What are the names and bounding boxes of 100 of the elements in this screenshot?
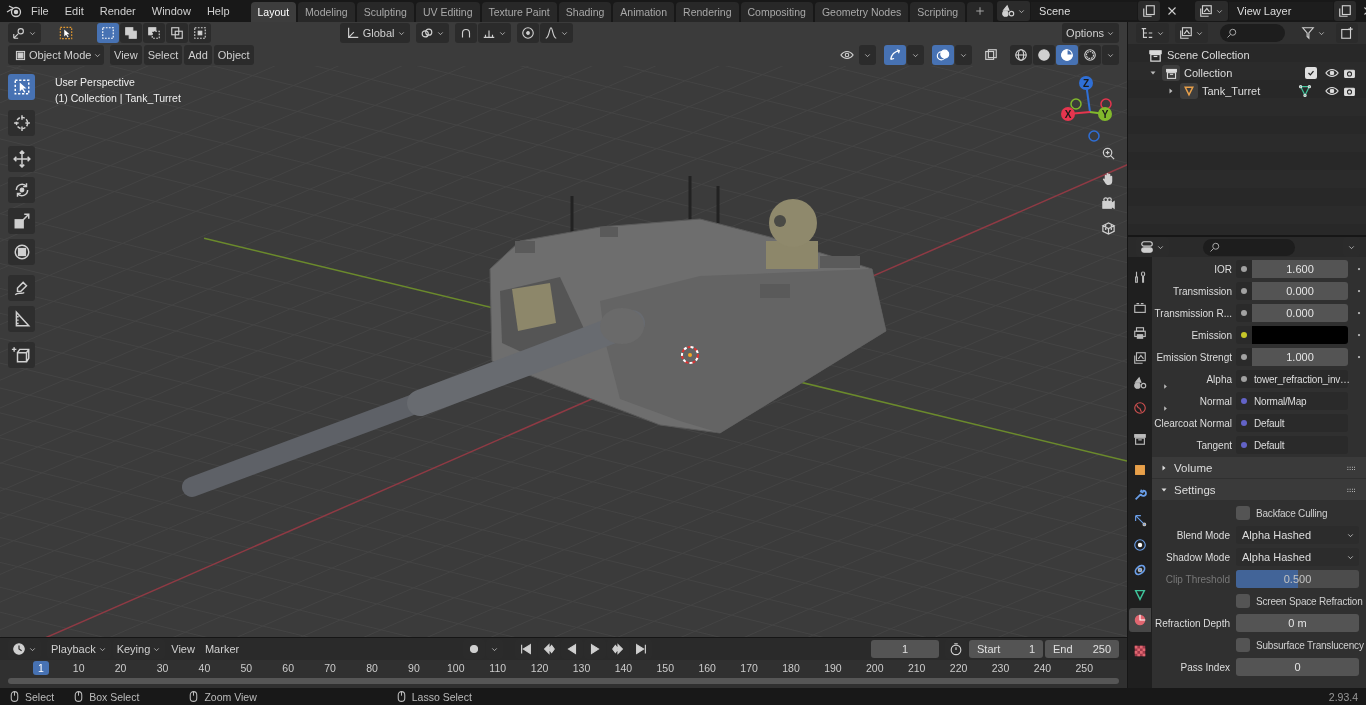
setting-label: Clip Threshold: [1165, 573, 1230, 585]
number-field[interactable]: 0.000: [1252, 304, 1348, 322]
frame-number: 200: [866, 662, 884, 674]
frame-number: 90: [408, 662, 420, 674]
property-label: Emission Strengt: [1156, 351, 1232, 363]
frame-number: 100: [447, 662, 465, 674]
setting-label: Shadow Mode: [1166, 551, 1230, 563]
checkbox-label[interactable]: Backface Culling: [1256, 507, 1328, 519]
axis-handle[interactable]: Z: [1079, 76, 1093, 90]
socket-value-field[interactable]: Default: [1252, 436, 1348, 454]
axis-handle[interactable]: Y: [1098, 107, 1112, 121]
setting-label: Pass Index: [1180, 661, 1230, 673]
linked-node-field[interactable]: tower_refraction_inv…: [1252, 370, 1348, 388]
menu-item[interactable]: File: [24, 1, 56, 21]
linked-node-field[interactable]: Normal/Map: [1252, 392, 1348, 410]
checkbox-label[interactable]: Subsurface Translucency: [1256, 639, 1364, 651]
workspace-tab[interactable]: UV Editing: [415, 2, 480, 22]
version-label: 2.93.4: [1328, 690, 1358, 703]
frame-number: 60: [282, 662, 295, 674]
frame-number: 150: [656, 662, 675, 674]
frame-number: 190: [824, 662, 842, 674]
frame-number: 80: [366, 662, 378, 674]
outliner-item-label[interactable]: Collection: [1184, 67, 1233, 79]
view-layer-field[interactable]: View Layer: [1229, 2, 1334, 20]
property-label: Normal: [1199, 395, 1232, 407]
frame-number: 120: [530, 662, 549, 674]
end-frame-field[interactable]: End 250: [1045, 640, 1119, 658]
viewport-info-text: User Perspective: [55, 76, 136, 88]
panel-header[interactable]: Settings: [1152, 479, 1366, 500]
number-field[interactable]: 0.000: [1252, 282, 1348, 300]
menu-item[interactable]: Edit: [57, 1, 91, 21]
workspace-tab[interactable]: Shading: [558, 2, 612, 22]
playhead-frame[interactable]: 1: [33, 661, 49, 675]
axis-handle[interactable]: X: [1061, 107, 1075, 121]
status-hint: Lasso Select: [411, 690, 472, 703]
frame-number: 210: [907, 662, 926, 674]
frame-number: 160: [698, 662, 716, 674]
menu-item[interactable]: Help: [199, 1, 237, 21]
menu-item[interactable]: Marker: [200, 639, 244, 659]
menu-item[interactable]: Object: [213, 45, 254, 65]
frame-number: 170: [740, 662, 758, 674]
outliner-item-label[interactable]: Scene Collection: [1167, 49, 1250, 61]
workspace-tab[interactable]: Rendering: [676, 2, 739, 22]
mode-dropdown[interactable]: Object Mode: [8, 45, 104, 65]
setting-label: Blend Mode: [1176, 529, 1230, 541]
frame-number: 30: [156, 662, 169, 674]
property-label: Alpha: [1206, 373, 1232, 385]
frame-number: 70: [324, 662, 336, 674]
frame-number: 10: [72, 662, 85, 674]
outliner-item-label[interactable]: Tank_Turret: [1202, 85, 1261, 97]
menu-item[interactable]: View: [110, 45, 142, 65]
frame-number: 220: [949, 662, 968, 674]
current-frame-field[interactable]: 1: [871, 640, 939, 658]
workspace-tab[interactable]: Scripting: [910, 2, 966, 22]
start-frame-field[interactable]: Start 1: [969, 640, 1043, 658]
dropdown[interactable]: Alpha Hashed: [1236, 548, 1359, 566]
workspace-tab[interactable]: Geometry Nodes: [814, 2, 909, 22]
frame-number: 40: [198, 662, 211, 674]
property-label: Transmission R...: [1154, 307, 1232, 319]
property-label: Tangent: [1196, 439, 1232, 451]
frame-number: 50: [240, 662, 253, 674]
frame-number: 180: [782, 662, 800, 674]
frame-number: 230: [991, 662, 1010, 674]
options-dropdown[interactable]: Options: [1062, 23, 1119, 43]
socket-value-field[interactable]: Default: [1252, 414, 1348, 432]
property-label: Emission: [1191, 329, 1232, 341]
workspace-tab[interactable]: Compositing: [740, 2, 813, 22]
workspace-tab[interactable]: Sculpting: [356, 2, 414, 22]
frame-number: 20: [114, 662, 127, 674]
number-field[interactable]: 0 m: [1236, 614, 1359, 632]
status-hint: Select: [25, 690, 55, 703]
dropdown[interactable]: Alpha Hashed: [1236, 526, 1359, 544]
frame-number: 110: [489, 662, 507, 674]
orientation-dropdown[interactable]: Global: [340, 23, 411, 43]
number-field[interactable]: 1.000: [1252, 348, 1348, 366]
frame-number: 240: [1033, 662, 1052, 674]
frame-number: 140: [614, 662, 633, 674]
frame-number: 130: [572, 662, 591, 674]
number-field[interactable]: 0: [1236, 658, 1359, 676]
menu-item[interactable]: Window: [144, 1, 198, 21]
workspace-tab[interactable]: Modeling: [298, 2, 355, 22]
setting-label: Refraction Depth: [1154, 617, 1230, 629]
menu-item[interactable]: Select: [143, 45, 183, 65]
workspace-tab[interactable]: Animation: [613, 2, 675, 22]
property-label: Transmission: [1172, 285, 1232, 297]
property-label: IOR: [1214, 263, 1232, 275]
menu-item[interactable]: Render: [92, 1, 143, 21]
menu-item[interactable]: Add: [184, 45, 212, 65]
menu-item[interactable]: View: [167, 639, 199, 659]
workspace-tab[interactable]: Layout: [250, 2, 297, 22]
property-label: Clearcoat Normal: [1154, 417, 1232, 429]
checkbox-label[interactable]: Screen Space Refraction: [1256, 595, 1363, 607]
scene-name-field[interactable]: Scene: [1031, 2, 1138, 20]
status-hint: Box Select: [89, 690, 140, 703]
workspace-tab[interactable]: Texture Paint: [481, 2, 557, 22]
status-hint: Zoom View: [204, 690, 257, 703]
panel-header[interactable]: Volume: [1152, 457, 1366, 478]
frame-number: 250: [1075, 662, 1094, 674]
number-field[interactable]: 1.600: [1252, 260, 1348, 278]
viewport-info-text: (1) Collection | Tank_Turret: [55, 92, 181, 104]
